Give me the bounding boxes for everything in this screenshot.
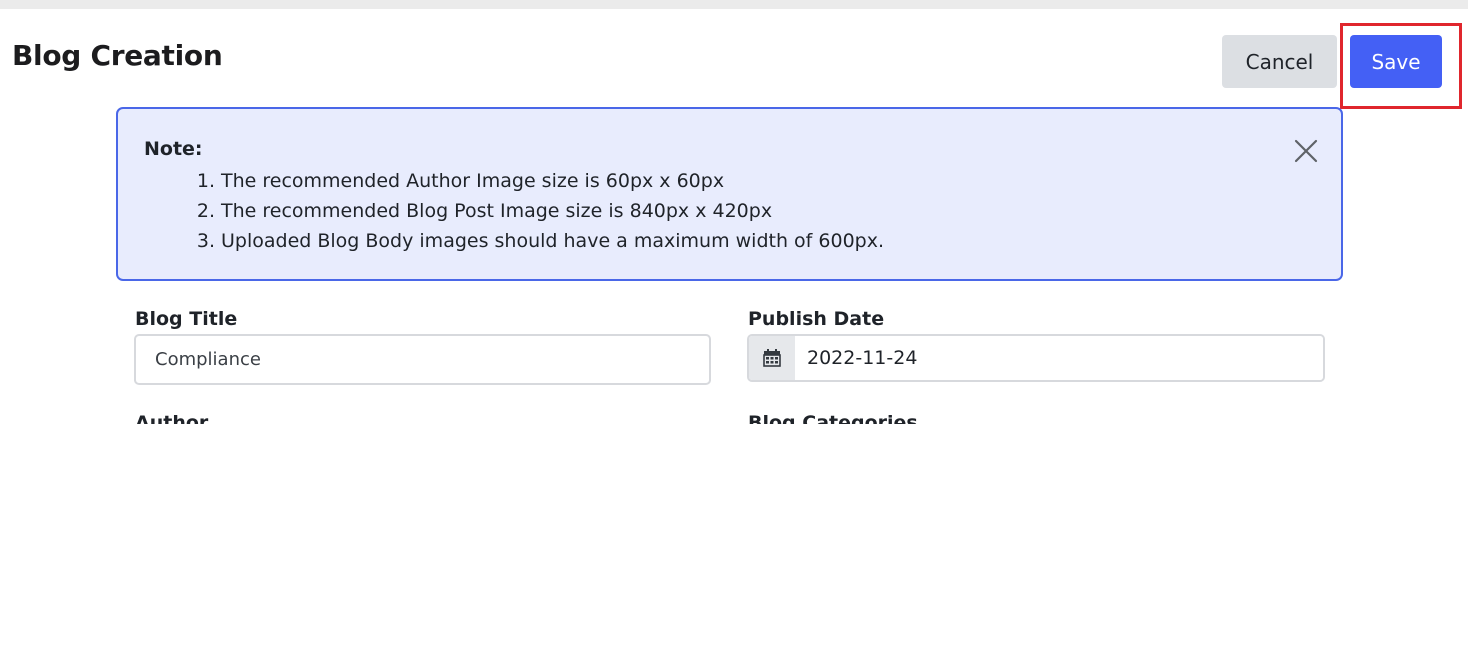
note-item: 2. The recommended Blog Post Image size …: [144, 196, 884, 226]
note-item-number: 1.: [196, 170, 215, 192]
page-title: Blog Creation: [12, 39, 223, 72]
clipped-form-row: Author Blog Categories: [0, 404, 1468, 424]
note-item: 1. The recommended Author Image size is …: [144, 166, 884, 196]
note-item-number: 2.: [196, 200, 215, 222]
blog-title-label: Blog Title: [135, 308, 238, 330]
blog-title-input[interactable]: [134, 334, 711, 385]
author-label: Author: [135, 412, 209, 424]
publish-date-input[interactable]: [795, 336, 1323, 380]
publish-date-label: Publish Date: [748, 308, 885, 330]
note-item: 3. Uploaded Blog Body images should have…: [144, 226, 884, 256]
note-item-text: Uploaded Blog Body images should have a …: [221, 230, 884, 252]
note-item-number: 3.: [196, 230, 215, 252]
note-item-text: The recommended Author Image size is 60p…: [221, 170, 725, 192]
blog-categories-label: Blog Categories: [748, 412, 918, 424]
calendar-icon[interactable]: [749, 336, 795, 380]
top-strip: [0, 0, 1468, 9]
cancel-button[interactable]: Cancel: [1222, 35, 1337, 88]
close-icon[interactable]: [1292, 137, 1320, 165]
note-item-text: The recommended Blog Post Image size is …: [221, 200, 773, 222]
note-alert: Note: 1. The recommended Author Image si…: [116, 107, 1343, 281]
note-heading: Note:: [144, 138, 203, 160]
publish-date-field: [747, 334, 1325, 382]
save-button[interactable]: Save: [1350, 35, 1442, 88]
note-list: 1. The recommended Author Image size is …: [144, 166, 884, 256]
